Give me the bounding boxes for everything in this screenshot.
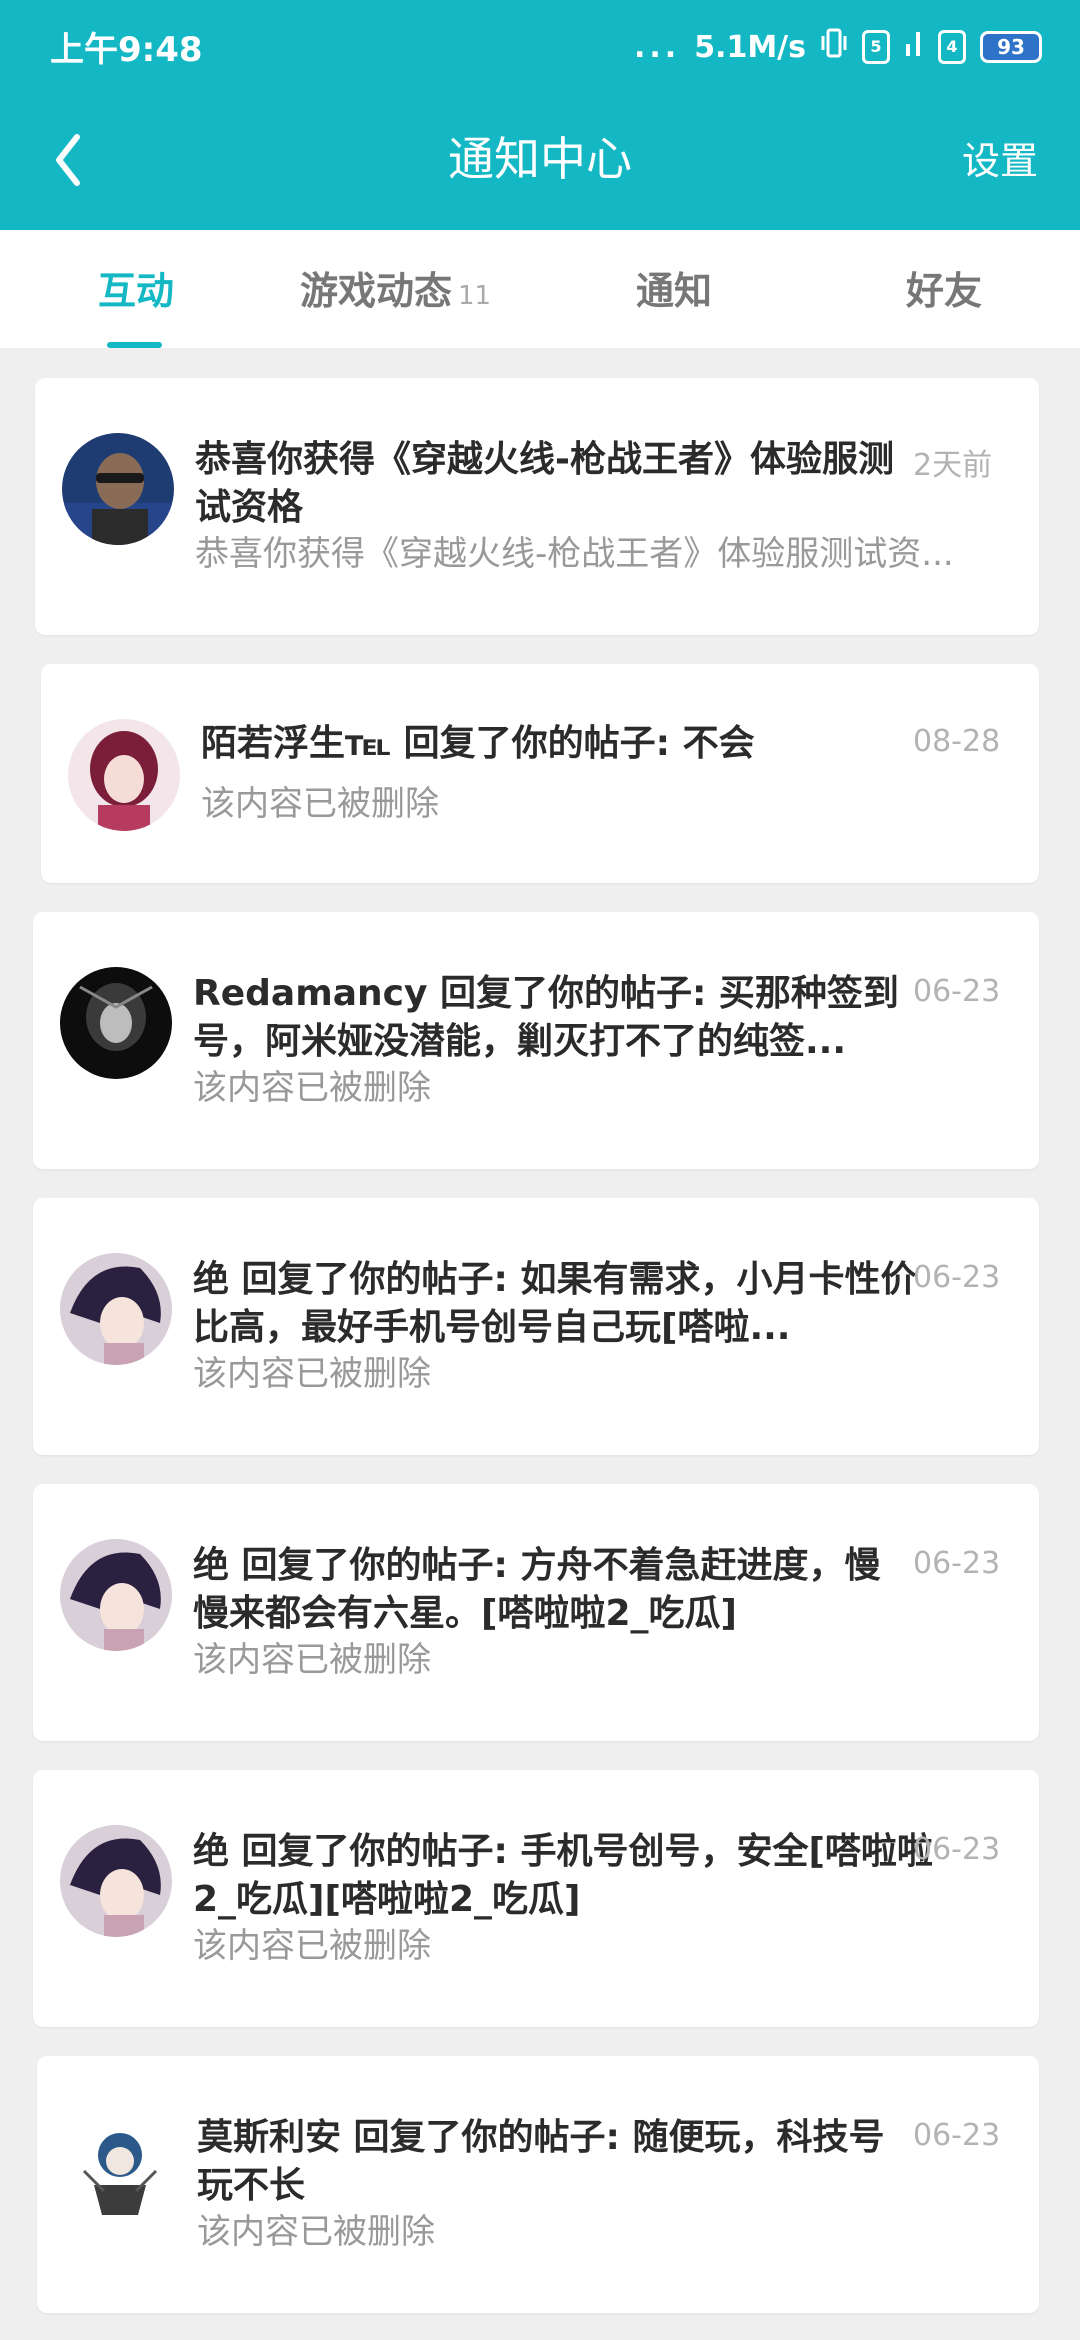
status-time: 上午9:48	[50, 30, 203, 70]
avatar	[60, 1825, 172, 1937]
page-title: 通知中心	[448, 132, 632, 186]
avatar	[60, 967, 172, 1079]
notification-title: 绝 回复了你的帖子: 手机号创号，安全[嗒啦啦2_吃瓜][嗒啦啦2_吃瓜]	[193, 1831, 933, 1920]
notification-card[interactable]: 绝 回复了你的帖子: 手机号创号，安全[嗒啦啦2_吃瓜][嗒啦啦2_吃瓜] 该内…	[33, 1770, 1039, 2027]
notification-title: 恭喜你获得《穿越火线-枪战王者》体验服测试资格	[195, 439, 894, 528]
vibrate-icon	[820, 26, 848, 68]
notification-preview: 该内容已被删除	[193, 1926, 431, 1966]
battery-icon: 93	[980, 31, 1042, 63]
tab-label: 游戏动态	[300, 269, 453, 313]
sim1-signal-icon: 5	[862, 30, 890, 64]
sim2-signal-icon: 4	[938, 30, 966, 64]
notification-preview: 恭喜你获得《穿越火线-枪战王者》体验服测试资...	[195, 534, 954, 574]
notification-preview: 该内容已被删除	[193, 1068, 431, 1108]
notification-title: 陌若浮生℡ 回复了你的帖子: 不会	[201, 723, 755, 764]
notification-card[interactable]: 恭喜你获得《穿越火线-枪战王者》体验服测试资格 恭喜你获得《穿越火线-枪战王者》…	[35, 378, 1039, 635]
avatar	[60, 1253, 172, 1365]
notification-time: 06-23	[913, 1260, 1001, 1295]
network-speed: 5.1M/s	[694, 29, 806, 65]
notification-card[interactable]: 绝 回复了你的帖子: 如果有需求，小月卡性价比高，最好手机号创号自己玩[嗒啦..…	[33, 1198, 1039, 1455]
navigation-bar: 通知中心 设置	[0, 95, 1080, 230]
avatar	[62, 433, 174, 545]
more-dots-icon: ...	[633, 29, 681, 65]
notification-title: 莫斯利安 回复了你的帖子: 随便玩，科技号玩不长	[197, 2117, 885, 2206]
notification-time: 06-23	[913, 974, 1001, 1009]
tab-count-badge: 11	[458, 281, 492, 311]
status-bar: 上午9:48 ... 5.1M/s 5 4 93	[0, 0, 1080, 95]
notification-title: 绝 回复了你的帖子: 方舟不着急赶进度，慢慢来都会有六星。[嗒啦啦2_吃瓜]	[193, 1545, 881, 1634]
notification-preview: 该内容已被删除	[197, 2212, 435, 2252]
settings-button[interactable]: 设置	[962, 130, 1038, 185]
notification-time: 2天前	[913, 448, 993, 483]
notification-card[interactable]: 陌若浮生℡ 回复了你的帖子: 不会 该内容已被删除 08-28	[41, 664, 1039, 883]
notification-time: 08-28	[913, 724, 1001, 759]
tab-friends[interactable]: 好友	[906, 260, 982, 315]
status-icons: ... 5.1M/s 5 4 93	[634, 24, 1042, 70]
avatar	[60, 1539, 172, 1651]
tab-notices[interactable]: 通知	[636, 260, 712, 315]
avatar	[68, 719, 180, 831]
tab-label: 好友	[906, 269, 983, 313]
tab-game-news[interactable]: 游戏动态 11	[300, 260, 491, 315]
tab-interaction[interactable]: 互动	[98, 260, 174, 315]
avatar	[64, 2111, 176, 2223]
tab-label: 通知	[636, 269, 713, 313]
notification-card[interactable]: Redamancy 回复了你的帖子: 买那种签到号，阿米娅没潜能，剿灭打不了的纯…	[33, 912, 1039, 1169]
app-header: 上午9:48 ... 5.1M/s 5 4 93 通知中心 设置	[0, 0, 1080, 230]
notification-time: 06-23	[913, 1832, 1001, 1867]
active-tab-indicator	[107, 342, 162, 348]
notification-card[interactable]: 莫斯利安 回复了你的帖子: 随便玩，科技号玩不长 该内容已被删除 06-23	[37, 2056, 1039, 2313]
notification-title: Redamancy 回复了你的帖子: 买那种签到号，阿米娅没潜能，剿灭打不了的纯…	[193, 973, 899, 1062]
notification-preview: 该内容已被删除	[193, 1640, 431, 1680]
tab-bar: 互动 游戏动态 11 通知 好友	[0, 230, 1080, 348]
notification-time: 06-23	[913, 2118, 1001, 2153]
notification-preview: 该内容已被删除	[201, 784, 439, 824]
notification-title: 绝 回复了你的帖子: 如果有需求，小月卡性价比高，最好手机号创号自己玩[嗒啦..…	[193, 1259, 917, 1348]
tab-label: 互动	[98, 269, 175, 313]
notification-card[interactable]: 绝 回复了你的帖子: 方舟不着急赶进度，慢慢来都会有六星。[嗒啦啦2_吃瓜] 该…	[33, 1484, 1039, 1741]
signal-icon	[904, 26, 924, 68]
notification-time: 06-23	[913, 1546, 1001, 1581]
notification-preview: 该内容已被删除	[193, 1354, 431, 1394]
